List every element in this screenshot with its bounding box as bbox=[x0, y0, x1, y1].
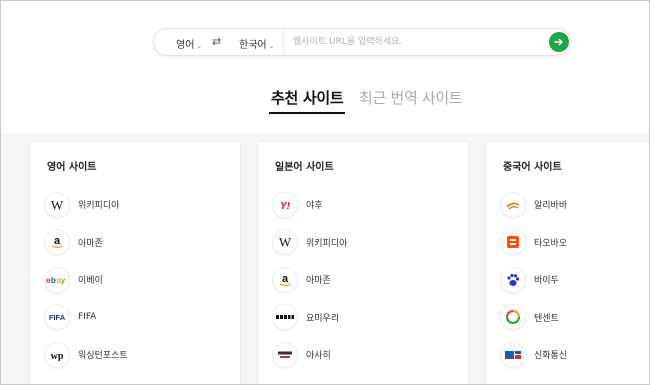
site-item-amazon[interactable]: a 아마존 bbox=[272, 261, 347, 299]
swap-icon[interactable]: ⇄ bbox=[212, 35, 221, 48]
site-item-wikipedia[interactable]: W 위키피디아 bbox=[44, 186, 128, 224]
site-name: 타오바오 bbox=[534, 238, 568, 249]
asahi-logo bbox=[272, 341, 298, 368]
target-language-select[interactable]: 한국어 ⌄ bbox=[239, 36, 274, 51]
site-item-yomiuri[interactable]: 요미우리 bbox=[272, 299, 347, 337]
site-item-wikipedia[interactable]: W 위키피디아 bbox=[272, 224, 347, 262]
site-name: FIFA bbox=[78, 312, 97, 323]
chevron-down-icon: ⌄ bbox=[196, 42, 203, 50]
amazon-logo: a bbox=[44, 229, 70, 256]
site-name: 위키피디아 bbox=[306, 238, 348, 249]
site-name: 위키피디아 bbox=[78, 201, 120, 212]
source-language-select[interactable]: 영어 ⌄ bbox=[176, 36, 202, 51]
svg-text:W: W bbox=[51, 199, 64, 211]
site-list: 알리바바 타오바오 바이두 텐센트 신화통신 bbox=[500, 186, 567, 374]
site-name: 바이두 bbox=[534, 276, 559, 287]
svg-text:FIFA: FIFA bbox=[49, 313, 66, 322]
wikipedia-logo: W bbox=[272, 229, 298, 256]
svg-text:a: a bbox=[54, 235, 61, 247]
tab-recommended-sites[interactable]: 추천 사이트 bbox=[268, 87, 346, 114]
site-name: 아마존 bbox=[306, 276, 331, 287]
site-list: Y! 야후 W 위키피디아 a 아마존 요미우리 아사히 bbox=[272, 186, 347, 374]
site-name: 아마존 bbox=[78, 238, 103, 249]
translate-bar: 영어 ⌄ ⇄ 한국어 ⌄ bbox=[153, 28, 571, 56]
svg-text:Y!: Y! bbox=[280, 201, 291, 211]
tab-recent-sites[interactable]: 최근 번역 사이트 bbox=[359, 87, 463, 108]
site-item-tencent[interactable]: 텐센트 bbox=[500, 299, 567, 337]
site-item-fifa[interactable]: FIFA FIFA bbox=[44, 299, 128, 337]
card-title: 일본어 사이트 bbox=[275, 162, 334, 173]
page: 영어⌄ ⇄ 한국어⌄ 추천 사이트 최근 번역 사이트 영어 사이트 W 위키피… bbox=[0, 0, 650, 385]
baidu-logo bbox=[500, 266, 526, 293]
site-item-asahi[interactable]: 아사히 bbox=[272, 336, 347, 374]
svg-text:W: W bbox=[279, 236, 292, 248]
svg-text:ebay: ebay bbox=[46, 275, 66, 285]
ebay-logo: ebay bbox=[44, 266, 70, 293]
yahoo-logo: Y! bbox=[272, 191, 298, 218]
wikipedia-logo: W bbox=[44, 191, 70, 218]
japanese-sites-card: 일본어 사이트 Y! 야후 W 위키피디아 a 아마존 요미우리 아사히 bbox=[257, 141, 469, 384]
site-item-washington-post[interactable]: wp 워싱턴포스트 bbox=[44, 336, 128, 374]
site-list: W 위키피디아 a 아마존 ebay 이베이 FIFA FIFA wp 워싱턴포… bbox=[44, 186, 128, 374]
alibaba-logo bbox=[500, 191, 526, 218]
target-language-label: 한국어 bbox=[239, 40, 267, 51]
fifa-logo: FIFA bbox=[44, 304, 70, 331]
site-name: 신화통신 bbox=[534, 351, 568, 362]
site-name: 알리바바 bbox=[534, 201, 568, 212]
chevron-down-icon: ⌄ bbox=[268, 42, 275, 50]
svg-text:wp: wp bbox=[51, 351, 64, 361]
url-input[interactable] bbox=[293, 34, 543, 50]
svg-text:a: a bbox=[282, 273, 289, 285]
site-item-xinhua[interactable]: 신화통신 bbox=[500, 336, 567, 374]
site-item-ebay[interactable]: ebay 이베이 bbox=[44, 261, 128, 299]
site-name: 요미우리 bbox=[306, 313, 340, 324]
site-name: 워싱턴포스트 bbox=[78, 351, 128, 362]
taobao-logo bbox=[500, 229, 526, 256]
yomiuri-logo bbox=[272, 304, 298, 331]
amazon-logo: a bbox=[272, 266, 298, 293]
arrow-right-icon bbox=[554, 38, 563, 46]
divider bbox=[283, 29, 284, 55]
site-item-yahoo[interactable]: Y! 야후 bbox=[272, 186, 347, 224]
site-name: 아사히 bbox=[306, 351, 331, 362]
washington-post-logo: wp bbox=[44, 341, 70, 368]
card-title: 중국어 사이트 bbox=[503, 162, 562, 173]
site-name: 야후 bbox=[306, 201, 323, 212]
chinese-sites-card: 중국어 사이트 알리바바 타오바오 바이두 텐센트 신화통신 bbox=[485, 141, 649, 384]
site-name: 이베이 bbox=[78, 276, 103, 287]
english-sites-card: 영어 사이트 W 위키피디아 a 아마존 ebay 이베이 FIFA FIFA … bbox=[29, 141, 241, 384]
source-language-label: 영어 bbox=[176, 40, 195, 51]
site-name: 텐센트 bbox=[534, 313, 559, 324]
xinhua-logo bbox=[500, 341, 526, 368]
site-item-taobao[interactable]: 타오바오 bbox=[500, 224, 567, 262]
card-title: 영어 사이트 bbox=[47, 162, 97, 173]
site-item-amazon[interactable]: a 아마존 bbox=[44, 224, 128, 262]
site-item-alibaba[interactable]: 알리바바 bbox=[500, 186, 567, 224]
tencent-logo bbox=[500, 304, 526, 331]
go-button[interactable] bbox=[549, 32, 569, 52]
site-item-baidu[interactable]: 바이두 bbox=[500, 261, 567, 299]
